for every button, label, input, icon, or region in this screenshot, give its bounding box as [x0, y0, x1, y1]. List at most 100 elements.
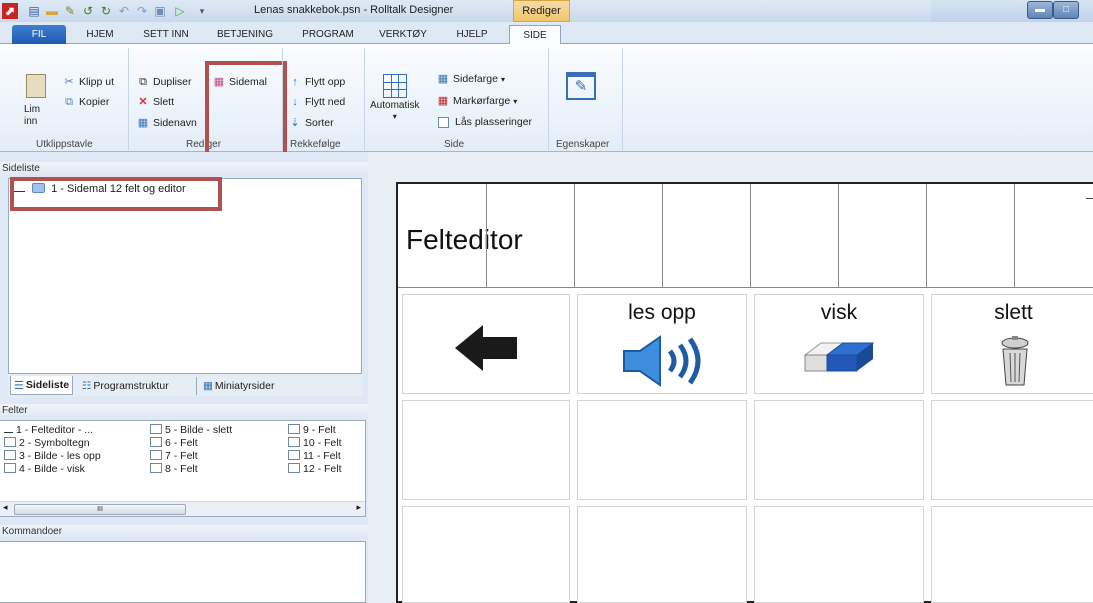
field-item[interactable]: 11 - Felt	[288, 450, 341, 462]
tab-verktoy[interactable]: VERKTØY	[376, 25, 430, 44]
open-folder-icon[interactable]: ▬	[44, 3, 60, 19]
cell-empty[interactable]	[577, 506, 747, 603]
tab-hjem[interactable]: HJEM	[80, 25, 120, 44]
view-tab-label: Miniatyrsider	[214, 380, 275, 392]
new-icon[interactable]: ✎	[62, 3, 78, 19]
cell-empty[interactable]	[931, 400, 1093, 500]
trash-icon	[1001, 336, 1029, 386]
group-separator	[364, 48, 365, 150]
move-down-button[interactable]: ↓ Flytt ned	[288, 95, 345, 109]
maximize-button[interactable]: □	[1053, 1, 1079, 19]
field-item[interactable]: 9 - Felt	[288, 424, 336, 436]
cursor-color-button[interactable]: ▦ Markørfarge ▾	[436, 94, 517, 108]
undo-icon[interactable]: ↺	[80, 3, 96, 19]
page-template-button[interactable]: ▦ Sidemal	[212, 75, 267, 89]
cut-button[interactable]: ✂ Klipp ut	[62, 75, 114, 89]
field-item[interactable]: 5 - Bilde - slett	[150, 424, 232, 436]
field-item[interactable]: 10 - Felt	[288, 437, 342, 449]
play-icon[interactable]: ▷	[172, 3, 188, 19]
commands-box	[0, 541, 366, 603]
field-checkbox-icon	[288, 463, 300, 473]
minimize-button[interactable]: ▬	[1027, 1, 1053, 19]
field-label: 10 - Felt	[303, 437, 342, 449]
thumbnail-grid-icon: ▦	[203, 380, 213, 392]
field-item[interactable]: 2 - Symboltegn	[4, 437, 90, 449]
editor-divider	[574, 184, 575, 288]
horizontal-scrollbar[interactable]: ◂ III ▸	[0, 501, 365, 516]
rotate-left-icon[interactable]: ↶	[116, 3, 132, 19]
rotate-right-icon[interactable]: ↷	[134, 3, 150, 19]
field-checkbox-icon	[4, 463, 16, 473]
move-up-button[interactable]: ↑ Flytt opp	[288, 75, 345, 89]
field-item[interactable]: 4 - Bilde - visk	[4, 463, 85, 475]
tab-betjening[interactable]: BETJENING	[212, 25, 278, 44]
view-tab-thumbnails[interactable]: ▦ Miniatyrsider	[196, 377, 274, 395]
field-checkbox-icon	[288, 424, 300, 434]
page-color-icon: ▦	[437, 73, 449, 85]
cell-read-aloud[interactable]: les opp	[577, 294, 747, 394]
cell-empty[interactable]	[754, 400, 924, 500]
properties-button[interactable]: ✎	[566, 72, 596, 100]
field-item[interactable]: 7 - Felt	[150, 450, 198, 462]
pagename-button[interactable]: ▦ Sidenavn	[136, 116, 197, 130]
group-separator	[282, 48, 283, 150]
ribbon: Lim inn ✂ Klipp ut ⧉ Kopier Utklippstavl…	[0, 44, 1093, 162]
view-tab-pagelist[interactable]: ☰ Sideliste	[10, 376, 74, 395]
field-item[interactable]: 3 - Bilde - les opp	[4, 450, 101, 462]
automatic-button[interactable]: Automatisk ▾	[370, 74, 419, 121]
cell-delete[interactable]: slett	[931, 294, 1093, 394]
tab-side[interactable]: SIDE	[509, 25, 561, 44]
cursor-color-label: Markørfarge	[453, 95, 511, 107]
save-icon[interactable]: ▤	[26, 3, 42, 19]
view-tab-label: Sideliste	[25, 379, 70, 391]
cell-erase[interactable]: visk	[754, 294, 924, 394]
field-label: 11 - Felt	[303, 450, 341, 462]
scissors-icon: ✂	[64, 76, 74, 88]
paste-button[interactable]: Lim inn	[24, 74, 46, 128]
page-icon	[32, 183, 46, 193]
group-separator	[622, 48, 623, 150]
field-label: 1 - Felteditor - ...	[16, 424, 94, 436]
tab-fil[interactable]: FIL	[12, 25, 66, 44]
tab-hjelp[interactable]: HJELP	[452, 25, 492, 44]
scroll-thumb[interactable]: III	[14, 504, 186, 515]
move-up-label: Flytt opp	[305, 76, 346, 88]
cell-empty[interactable]	[754, 506, 924, 603]
scroll-left-icon[interactable]: ◂	[3, 502, 8, 513]
cell-empty[interactable]	[577, 400, 747, 500]
tab-sett-inn[interactable]: SETT INN	[140, 25, 192, 44]
group-separator	[128, 48, 129, 150]
dropdown-arrow-icon: ▾	[500, 74, 505, 84]
field-item[interactable]: 12 - Felt	[288, 463, 342, 475]
group-label-page: Side	[444, 139, 465, 150]
cell-empty[interactable]	[931, 506, 1093, 603]
pagelist-item[interactable]: 1 - Sidemal 12 felt og editor	[13, 183, 186, 195]
duplicate-button[interactable]: ⧉ Dupliser	[136, 75, 191, 89]
customize-qat-icon[interactable]: ▾	[194, 3, 210, 19]
page-color-button[interactable]: ▦ Sidefarge ▾	[436, 72, 505, 86]
copy-button[interactable]: ⧉ Kopier	[62, 95, 109, 109]
view-tab-bar: ☰ Sideliste ☷ Programstruktur ▦ Miniatyr…	[8, 374, 362, 396]
scroll-right-icon[interactable]: ▸	[356, 502, 361, 513]
delete-button[interactable]: ✕ Slett	[136, 95, 174, 109]
field-checkbox-icon	[150, 463, 162, 473]
tree-structure-icon: ☷	[82, 380, 92, 392]
cell-empty[interactable]	[402, 400, 570, 500]
field-item[interactable]: 8 - Felt	[150, 463, 198, 475]
copy-icon: ⧉	[65, 96, 73, 108]
sort-button[interactable]: ⇣ Sorter	[288, 116, 333, 130]
cell-back[interactable]	[402, 294, 570, 394]
pagename-label: Sidenavn	[153, 117, 197, 129]
context-tab-label: Rediger	[513, 0, 570, 22]
view-tab-label: Programstruktur	[93, 380, 169, 392]
preview-icon[interactable]: ▣	[152, 3, 168, 19]
tab-program[interactable]: PROGRAM	[298, 25, 358, 44]
field-item[interactable]: 6 - Felt	[150, 437, 198, 449]
pagename-icon: ▦	[137, 117, 149, 129]
redo-icon[interactable]: ↻	[98, 3, 114, 19]
cell-empty[interactable]	[402, 506, 570, 603]
lock-positions-checkbox[interactable]: Lås plasseringer	[438, 116, 532, 128]
view-tab-program-structure[interactable]: ☷ Programstruktur	[82, 377, 169, 395]
editor-row[interactable]: Felteditor	[398, 184, 1093, 288]
field-item[interactable]: 1 - Felteditor - ...	[4, 424, 93, 436]
